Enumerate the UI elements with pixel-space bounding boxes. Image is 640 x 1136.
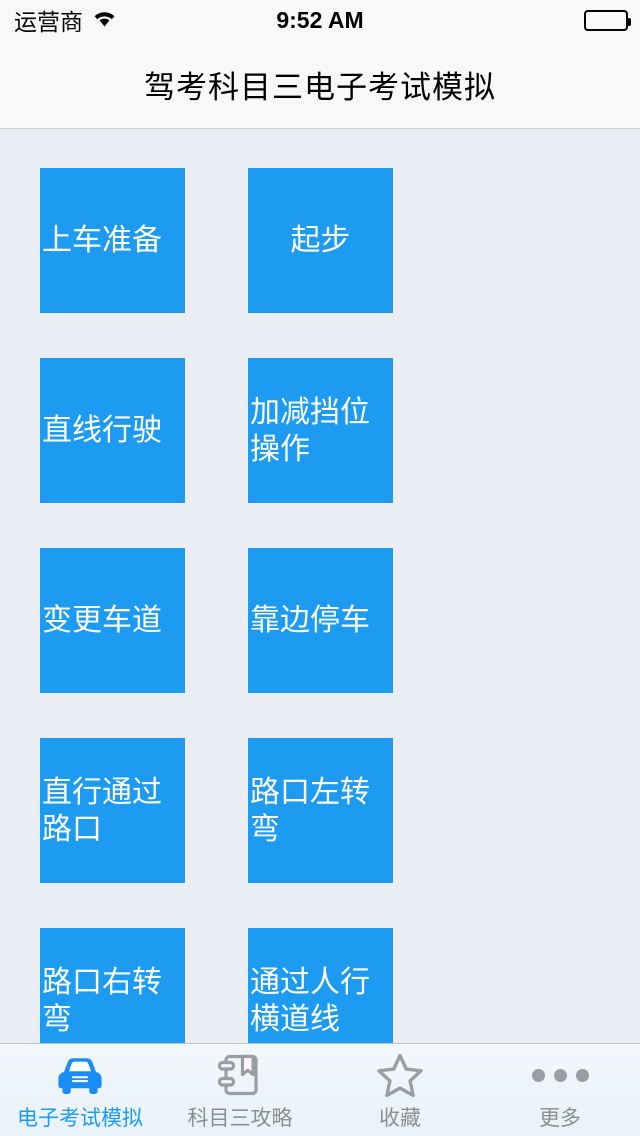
grid-tile[interactable]: 直行通过路口 xyxy=(40,738,185,883)
tab-more[interactable]: 更多 xyxy=(480,1044,640,1136)
grid-tile-label: 通过人行横道线 xyxy=(250,965,370,1036)
tab-subject-three-guide[interactable]: 科目三攻略 xyxy=(160,1044,320,1136)
tab-favorites[interactable]: 收藏 xyxy=(320,1044,480,1136)
grid-tile[interactable]: 靠边停车 xyxy=(248,548,393,693)
tab-exam-simulation[interactable]: 电子考试模拟 xyxy=(0,1044,160,1136)
tab-label: 科目三攻略 xyxy=(187,1107,293,1130)
tab-bar: 电子考试模拟 科目三攻略 收藏 更多 xyxy=(0,1043,640,1136)
subject-grid: 上车准备 起步直线行驶 加减挡位操作变更车道 靠边停车直行通过路口 路口左转弯路口右转弯… xyxy=(40,168,600,1043)
grid-tile[interactable]: 路口左转弯 xyxy=(248,738,393,883)
navigation-bar: 驾考科目三电子考试模拟 xyxy=(0,40,640,129)
notebook-bookmark-icon xyxy=(216,1052,264,1098)
grid-tile-label: 变更车道 xyxy=(42,604,162,637)
status-bar-right xyxy=(584,9,631,31)
grid-tile[interactable]: 变更车道 xyxy=(40,548,185,693)
content-area: 上车准备 起步直线行驶 加减挡位操作变更车道 靠边停车直行通过路口 路口左转弯路口右转弯… xyxy=(0,129,640,1043)
clock-label: 9:52 AM xyxy=(276,6,364,33)
grid-tile-label: 上车准备 xyxy=(42,224,162,257)
app-screen: 运营商 9:52 AM 驾考科目三电子考试模拟 上车准备 起步直线行驶 加减挡位操作… xyxy=(0,0,640,1136)
grid-tile[interactable]: 起步 xyxy=(248,168,393,313)
grid-tile-label: 路口左转弯 xyxy=(250,775,370,846)
grid-tile-label: 路口右转弯 xyxy=(42,965,162,1036)
grid-tile[interactable]: 直线行驶 xyxy=(40,358,185,503)
ellipsis-icon xyxy=(531,1052,589,1098)
tab-label: 收藏 xyxy=(379,1107,421,1130)
grid-tile-label: 直线行驶 xyxy=(42,414,162,447)
tab-label: 更多 xyxy=(539,1107,581,1130)
car-icon xyxy=(54,1052,106,1098)
grid-tile[interactable]: 加减挡位操作 xyxy=(248,358,393,503)
tab-label: 电子考试模拟 xyxy=(17,1107,143,1130)
grid-tile-label: 直行通过路口 xyxy=(42,775,162,846)
battery-full-icon xyxy=(584,9,631,31)
grid-tile[interactable]: 通过人行横道线 xyxy=(248,928,393,1043)
status-bar: 运营商 9:52 AM xyxy=(0,0,640,40)
grid-tile[interactable]: 路口右转弯 xyxy=(40,928,185,1043)
grid-tile-label: 靠边停车 xyxy=(250,604,370,637)
grid-tile[interactable]: 上车准备 xyxy=(40,168,185,313)
grid-tile-label: 起步 xyxy=(290,224,351,257)
grid-tile-label: 加减挡位操作 xyxy=(250,395,370,466)
page-title: 驾考科目三电子考试模拟 xyxy=(144,69,496,105)
star-outline-icon xyxy=(376,1052,424,1098)
